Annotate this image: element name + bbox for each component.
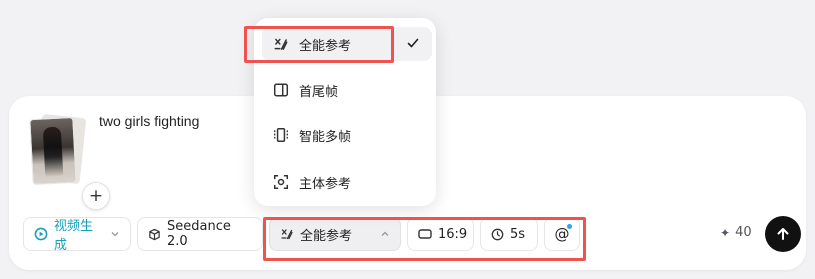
smart-multi-frame-icon [274,127,288,143]
toolbar: 视频生成 Seedance 2.0 全能参考 16:9 5s @ ✦ 40 [23,216,801,253]
reference-image-figure [42,126,64,178]
reference-image[interactable] [29,116,77,186]
sparkle-icon: ✦ [720,225,731,240]
first-last-frame-icon [273,83,289,97]
reference-mode-menu: 全能参考 首尾帧 智能多帧 主体参考 [254,18,436,206]
generate-mode-label: 视频生成 [54,219,94,253]
menu-item-label: 主体参考 [299,176,352,192]
omni-reference-icon [281,229,293,240]
arrow-up-icon [777,228,789,240]
video-generate-icon [34,227,48,241]
aspect-ratio-label: 16:9 [438,226,468,242]
chevron-up-icon [381,231,389,236]
aspect-ratio-button[interactable]: 16:9 [407,217,474,251]
prompt-text[interactable]: two girls fighting [99,113,199,129]
cube-icon [149,228,160,240]
model-label: Seedance 2.0 [167,219,231,249]
duration-label: 5s [510,226,526,242]
chevron-down-icon [111,232,119,237]
reference-mode-button[interactable]: 全能参考 [269,217,401,251]
generate-mode-button[interactable]: 视频生成 [23,217,131,253]
omni-reference-icon [274,38,288,50]
mention-button[interactable]: @ [544,217,580,251]
add-reference-button[interactable]: + [82,182,110,210]
menu-item-label: 首尾帧 [299,84,339,100]
menu-item-label: 全能参考 [299,38,352,54]
menu-item-subject-reference[interactable]: 主体参考 [262,165,432,199]
send-button[interactable] [765,216,801,252]
model-select-button[interactable]: Seedance 2.0 [137,217,263,251]
duration-button[interactable]: 5s [480,217,538,251]
menu-item-smart-multi-frame[interactable]: 智能多帧 [262,118,432,152]
notification-dot [567,224,572,229]
credits-value: 40 [735,225,752,240]
menu-item-omni-reference[interactable]: 全能参考 [262,27,432,61]
menu-item-first-last-frame[interactable]: 首尾帧 [262,73,432,107]
clock-icon [491,228,504,240]
reference-thumbnails[interactable]: + [29,113,110,210]
check-icon [407,38,419,48]
credits-display: ✦ 40 [720,225,752,240]
aspect-ratio-icon [418,229,432,239]
reference-mode-label: 全能参考 [300,228,353,244]
subject-reference-icon [273,174,289,190]
menu-item-label: 智能多帧 [299,129,352,145]
